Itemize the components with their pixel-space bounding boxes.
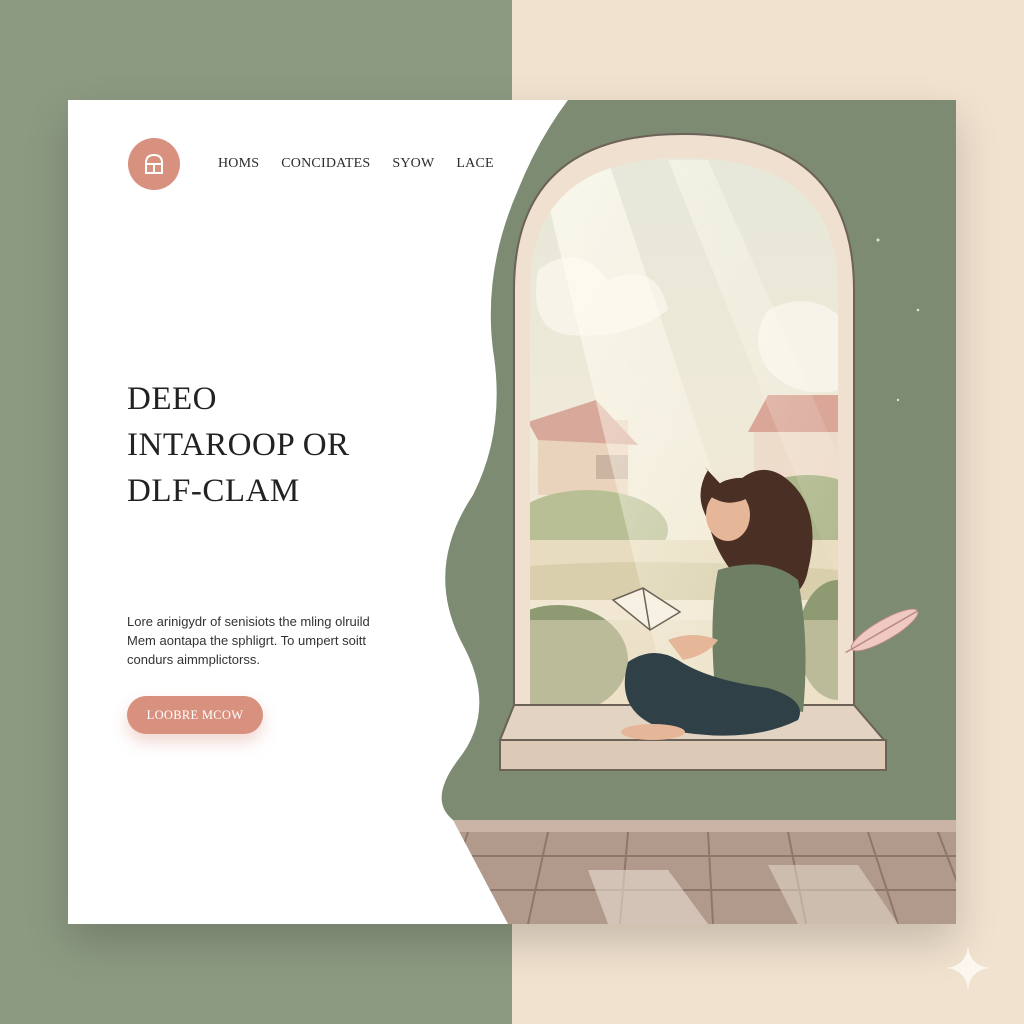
headline-line: DEEO	[127, 381, 217, 417]
arched-window-icon	[145, 153, 163, 174]
top-nav: HOMS CONCIDATES SYOW LACE	[218, 156, 494, 172]
nav-item-concidates[interactable]: CONCIDATES	[281, 156, 370, 172]
landing-card: HOMS CONCIDATES SYOW LACE DEEO INTAROOP …	[68, 100, 956, 924]
window-scene	[530, 158, 838, 705]
nav-item-syow[interactable]: SYOW	[392, 156, 434, 172]
nav-item-lace[interactable]: LACE	[456, 156, 493, 172]
hero-body-text: Lore arinigydr of senisiots the mling ol…	[127, 612, 427, 669]
logo[interactable]	[128, 138, 180, 190]
body-line: condurs aimmplictorss.	[127, 652, 260, 667]
headline-line: INTAROOP OR	[127, 427, 350, 463]
sparkle-icon	[946, 946, 990, 990]
cta-button[interactable]: LOOBRE MCOW	[127, 696, 263, 734]
hero-headline: DEEO INTAROOP OR DLF-CLAM	[127, 376, 457, 514]
headline-line: DLF-CLAM	[127, 473, 300, 509]
body-line: Lore arinigydr of senisiots the mling ol…	[127, 614, 370, 629]
nav-item-homs[interactable]: HOMS	[218, 156, 259, 172]
body-line: Mem aontapa the sphligrt. To umpert soit…	[127, 633, 366, 648]
